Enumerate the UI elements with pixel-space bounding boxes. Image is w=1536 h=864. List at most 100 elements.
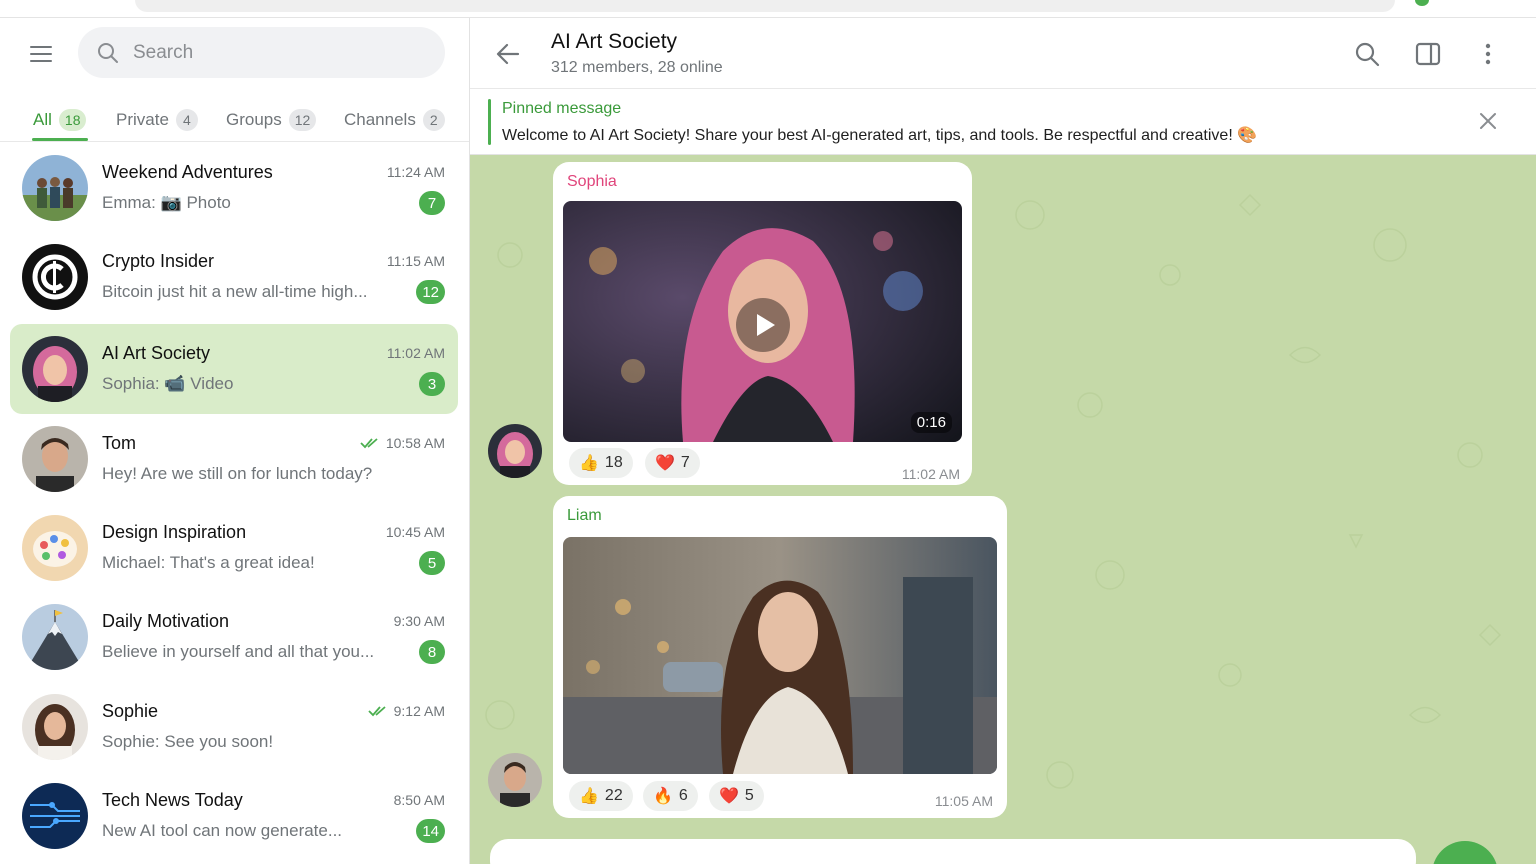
folder-tabs: All 18 Private 4 Groups 12 Channels 2: [0, 98, 469, 142]
photo[interactable]: [563, 537, 997, 774]
chat-item-crypto-insider[interactable]: Crypto Insider Bitcoin just hit a new al…: [10, 232, 458, 322]
chat-title[interactable]: AI Art Society: [551, 30, 677, 54]
chat-time: 11:24 AM: [386, 164, 445, 180]
unread-badge: 7: [419, 191, 445, 215]
chat-item-tom[interactable]: Tom Hey! Are we still on for lunch today…: [10, 414, 458, 504]
avatar: [22, 694, 88, 760]
active-tab-indicator: [32, 138, 88, 141]
chat-subtitle: 312 members, 28 online: [551, 59, 723, 76]
avatar: [22, 155, 88, 221]
chat-preview: Sophia: 📹 Video: [102, 374, 234, 393]
chat-preview: New AI tool can now generate...: [102, 821, 343, 840]
unread-badge: 3: [419, 372, 445, 396]
search-icon: [98, 42, 118, 63]
chat-name: Crypto Insider: [102, 251, 215, 271]
chat-name: Tech News Today: [102, 790, 243, 810]
reaction-heart[interactable]: ❤️ 5: [709, 781, 764, 811]
tab-private[interactable]: Private 4: [116, 98, 198, 142]
message-composer[interactable]: [490, 839, 1416, 864]
message-bubble[interactable]: Sophia 0:16 👍 18 ❤️ 7 11:02 AM: [553, 162, 972, 485]
tab-label: Groups: [226, 110, 282, 129]
reaction-emoji: 🔥: [653, 788, 673, 805]
sidebar-toggle-icon[interactable]: [1413, 39, 1443, 69]
chat-preview: Bitcoin just hit a new all-time high...: [102, 282, 368, 301]
chat-name: Sophie: [102, 701, 159, 721]
avatar: [22, 515, 88, 581]
tab-label: Channels: [344, 110, 416, 129]
tab-groups[interactable]: Groups 12: [226, 98, 317, 142]
chat-preview: Michael: That's a great idea!: [102, 553, 315, 572]
tab-all[interactable]: All 18: [33, 98, 87, 142]
tab-channels[interactable]: Channels 2: [344, 98, 445, 142]
chat-time: 11:15 AM: [386, 253, 445, 269]
chat-name: AI Art Society: [102, 343, 211, 363]
message-time: 11:02 AM: [901, 466, 960, 482]
reaction-emoji: ❤️: [655, 455, 675, 472]
status-dot: [1415, 0, 1429, 6]
hamburger-menu-icon[interactable]: [28, 42, 56, 66]
chat-time: 10:45 AM: [385, 524, 445, 540]
reaction-count: 5: [744, 787, 754, 804]
address-bar[interactable]: [135, 0, 1395, 12]
tab-label: Private: [116, 110, 169, 129]
tab-count-badge: 4: [175, 109, 198, 131]
tab-count-badge: 18: [58, 109, 87, 131]
message-list[interactable]: Sophia 0:16 👍 18 ❤️ 7 11:02 AM Liam 👍 22…: [470, 155, 1536, 864]
chat-header: AI Art Society 312 members, 28 online: [470, 18, 1536, 89]
avatar: [22, 426, 88, 492]
chat-item-daily-motivation[interactable]: Daily Motivation Believe in yourself and…: [10, 592, 458, 682]
chat-time-text: 10:58 AM: [385, 435, 445, 451]
reaction-count: 22: [604, 787, 623, 804]
chat-name: Tom: [102, 433, 137, 453]
reaction-fire[interactable]: 🔥 6: [643, 781, 698, 811]
chat-item-tech-news-today[interactable]: Tech News Today New AI tool can now gene…: [10, 771, 458, 861]
chat-item-weekend-adventures[interactable]: Weekend Adventures Emma: 📷 Photo 11:24 A…: [10, 143, 458, 233]
pinned-message-bar[interactable]: Pinned message Welcome to AI Art Society…: [470, 89, 1536, 155]
tab-count-badge: 12: [288, 109, 317, 131]
chat-preview: Emma: 📷 Photo: [102, 193, 231, 212]
avatar: [22, 783, 88, 849]
double-check-icon: [367, 706, 386, 717]
sender-avatar[interactable]: [488, 424, 542, 478]
reaction-emoji: 👍: [579, 788, 599, 805]
video-duration: 0:16: [910, 412, 952, 433]
chat-name: Weekend Adventures: [102, 162, 273, 182]
chat-name: Design Inspiration: [102, 522, 247, 542]
chat-preview: Believe in yourself and all that you...: [102, 642, 375, 661]
pinned-text: Welcome to AI Art Society! Share your be…: [502, 127, 1258, 144]
reaction-emoji: 👍: [579, 455, 599, 472]
message-time: 11:05 AM: [934, 793, 993, 809]
pinned-indicator: [488, 99, 491, 145]
chat-time: 9:12 AM: [367, 703, 445, 719]
chat-preview: Hey! Are we still on for lunch today?: [102, 464, 373, 483]
sender-name[interactable]: Liam: [567, 507, 602, 525]
close-icon[interactable]: [1476, 109, 1500, 133]
reaction-count: 7: [680, 454, 690, 471]
search-icon[interactable]: [1352, 39, 1382, 69]
back-arrow-icon[interactable]: [494, 40, 522, 68]
chat-item-ai-art-society[interactable]: AI Art Society Sophia: 📹 Video 11:02 AM …: [10, 324, 458, 414]
chat-time-text: 9:12 AM: [393, 703, 445, 719]
video-thumbnail[interactable]: 0:16: [563, 201, 962, 442]
reaction-heart[interactable]: ❤️ 7: [645, 448, 700, 478]
chat-time: 11:02 AM: [386, 345, 445, 361]
sender-name[interactable]: Sophia: [567, 173, 617, 191]
reaction-emoji: ❤️: [719, 788, 739, 805]
chat-time: 9:30 AM: [393, 613, 445, 629]
more-vertical-icon[interactable]: [1473, 39, 1503, 69]
unread-badge: 12: [416, 280, 445, 304]
avatar: [22, 604, 88, 670]
browser-top-strip: [0, 0, 1536, 18]
reaction-thumbs-up[interactable]: 👍 18: [569, 448, 633, 478]
play-button[interactable]: [736, 298, 790, 352]
chat-name: Daily Motivation: [102, 611, 230, 631]
chat-item-design-inspiration[interactable]: Design Inspiration Michael: That's a gre…: [10, 503, 458, 593]
search-input[interactable]: [133, 41, 413, 64]
reaction-count: 6: [678, 787, 688, 804]
message-bubble[interactable]: Liam 👍 22 🔥 6 ❤️ 5 11:05 AM: [553, 496, 1007, 818]
sender-avatar[interactable]: [488, 753, 542, 807]
play-icon: [757, 314, 775, 336]
chat-item-sophie[interactable]: Sophie Sophie: See you soon! 9:12 AM: [10, 682, 458, 772]
search-bar[interactable]: [78, 27, 445, 78]
reaction-thumbs-up[interactable]: 👍 22: [569, 781, 633, 811]
